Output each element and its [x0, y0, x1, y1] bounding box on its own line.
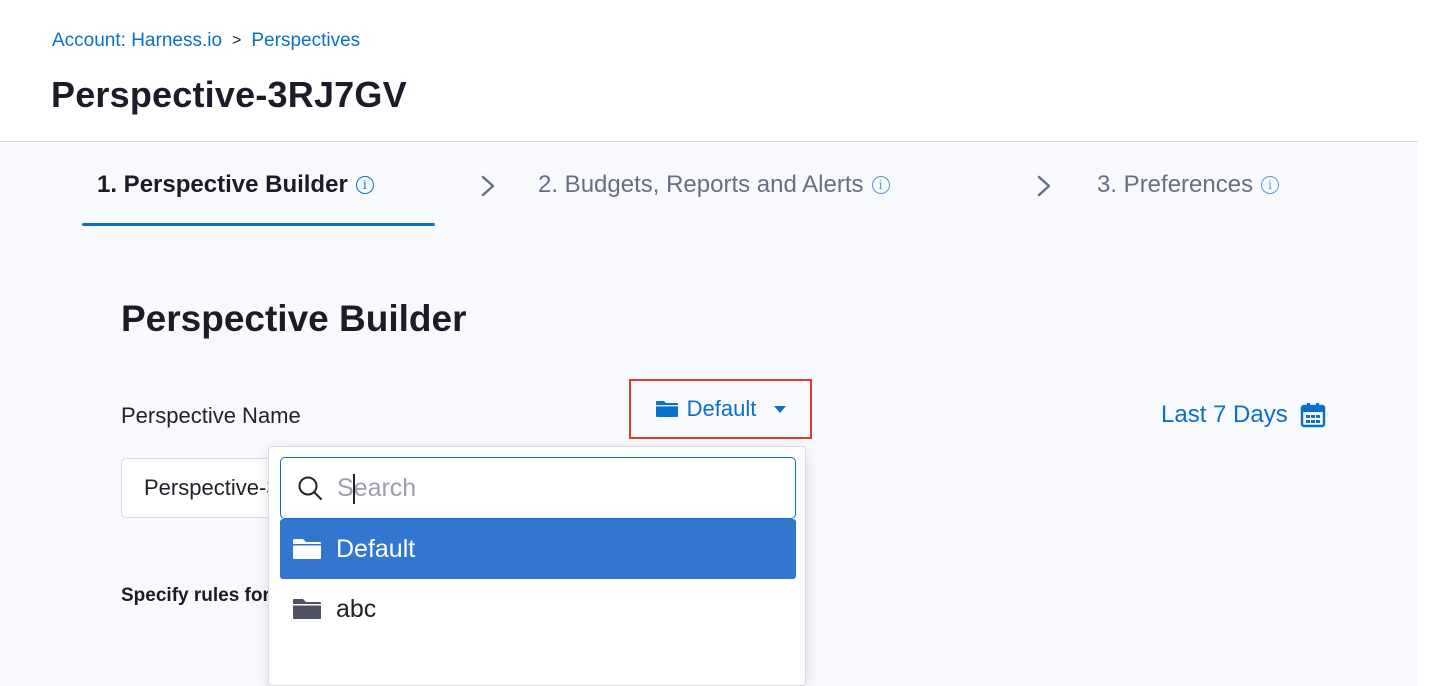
- folder-option-abc[interactable]: abc: [280, 579, 796, 639]
- info-icon[interactable]: i: [355, 176, 374, 194]
- folder-option-default[interactable]: Default: [280, 519, 796, 579]
- tab-perspective-builder[interactable]: 1. Perspective Builder i: [97, 171, 374, 199]
- search-icon: [298, 476, 322, 500]
- calendar-icon: [1300, 403, 1325, 428]
- perspective-name-label: Perspective Name: [121, 403, 301, 428]
- page-header: Account: Harness.io > Perspectives Persp…: [0, 0, 1418, 142]
- folder-dropdown-menu: Default abc: [268, 446, 806, 686]
- active-tab-indicator: [82, 223, 435, 226]
- breadcrumb-account-link[interactable]: Account: Harness.io: [52, 30, 222, 52]
- text-cursor: [353, 474, 355, 504]
- tab-budgets-reports-alerts[interactable]: 2. Budgets, Reports and Alerts i: [538, 171, 890, 199]
- info-icon[interactable]: i: [1261, 176, 1280, 194]
- folder-select-label: Default: [686, 396, 757, 421]
- folder-search-input[interactable]: [337, 473, 757, 503]
- tab-label: 2. Budgets, Reports and Alerts: [538, 171, 864, 198]
- caret-down-icon: [774, 405, 787, 413]
- folder-search-box[interactable]: [280, 457, 796, 519]
- chevron-right-icon: [481, 175, 495, 197]
- tab-label: 3. Preferences: [1097, 171, 1254, 198]
- folder-option-label: Default: [336, 534, 416, 563]
- folder-icon: [655, 401, 678, 417]
- section-title: Perspective Builder: [121, 298, 467, 339]
- step-tabs: 1. Perspective Builder i 2. Budgets, Rep…: [0, 143, 1418, 229]
- tab-label: 1. Perspective Builder: [97, 171, 348, 198]
- folder-option-label: abc: [336, 594, 377, 623]
- date-range-picker[interactable]: Last 7 Days: [1161, 401, 1326, 429]
- tab-preferences[interactable]: 3. Preferences i: [1097, 171, 1280, 199]
- info-icon[interactable]: i: [871, 176, 890, 194]
- breadcrumb: Account: Harness.io > Perspectives: [52, 30, 360, 52]
- folder-icon: [293, 539, 321, 559]
- folder-icon: [293, 599, 321, 619]
- page-title: Perspective-3RJ7GV: [51, 74, 407, 115]
- breadcrumb-perspectives-link[interactable]: Perspectives: [251, 30, 360, 52]
- folder-select-button[interactable]: Default: [629, 379, 812, 439]
- breadcrumb-separator: >: [232, 32, 242, 49]
- date-range-label: Last 7 Days: [1161, 401, 1288, 428]
- chevron-right-icon: [1037, 175, 1051, 197]
